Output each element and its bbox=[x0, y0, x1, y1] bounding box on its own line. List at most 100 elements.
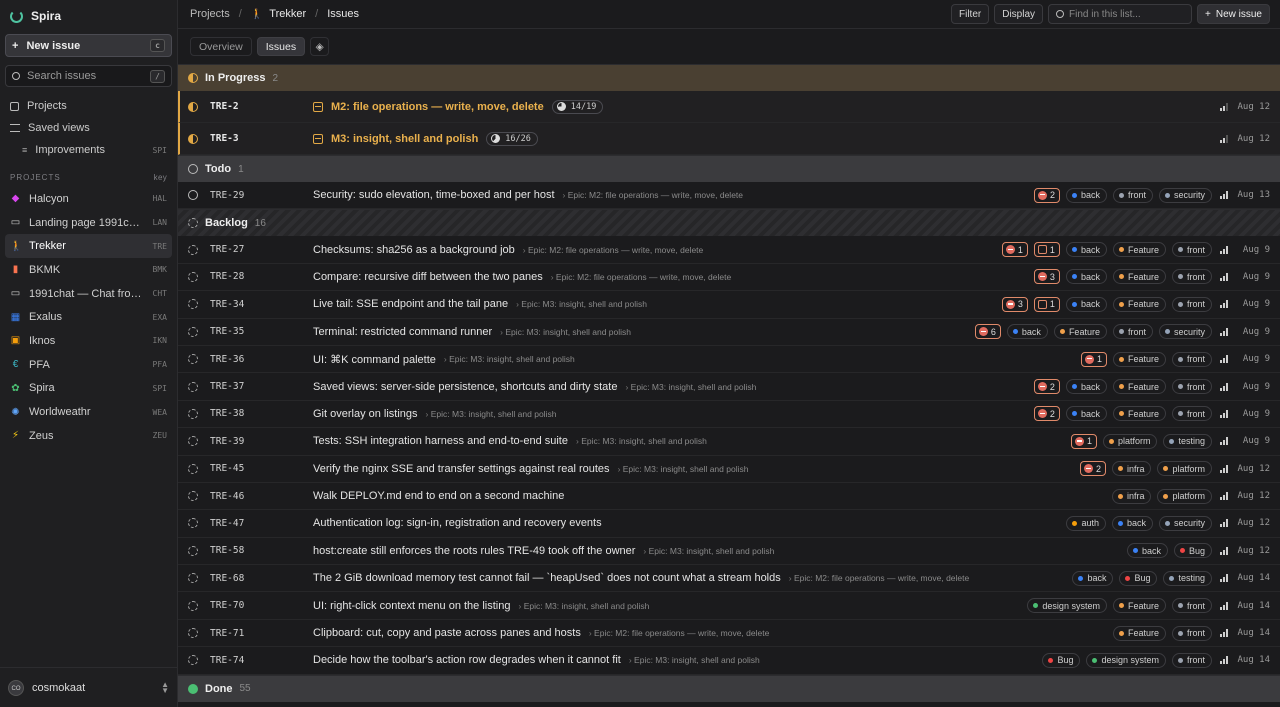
epic-link[interactable]: Epic: M3: insight, shell and polish bbox=[518, 601, 650, 611]
label-chip[interactable]: Feature bbox=[1112, 598, 1166, 614]
epic-link[interactable]: Epic: M2: file operations — write, move,… bbox=[589, 628, 769, 638]
epic-link[interactable]: Epic: M2: file operations — write, move,… bbox=[789, 573, 969, 583]
label-chip[interactable]: back bbox=[1006, 324, 1048, 340]
group-header-in-progress[interactable]: In Progress 2 bbox=[178, 64, 1280, 91]
issue-row[interactable]: TRE-46 Walk DEPLOY.md end to end on a sec… bbox=[178, 483, 1280, 511]
label-chip[interactable]: Feature bbox=[1112, 625, 1166, 641]
issue-row[interactable]: TRE-39 Tests: SSH integration harness and… bbox=[178, 428, 1280, 456]
label-chip[interactable]: front bbox=[1171, 269, 1212, 285]
sidebar-item-saved-views[interactable]: Saved views bbox=[0, 117, 177, 139]
epic-link[interactable]: Epic: M2: file operations — write, move,… bbox=[551, 272, 731, 282]
label-chip[interactable]: back bbox=[1065, 269, 1107, 285]
epic-link[interactable]: Epic: M3: insight, shell and polish bbox=[500, 327, 631, 337]
epic-link[interactable]: Epic: M3: insight, shell and polish bbox=[426, 409, 557, 419]
label-chip[interactable]: front bbox=[1112, 324, 1153, 340]
label-chip[interactable]: back bbox=[1111, 515, 1153, 531]
issue-row[interactable]: TRE-28 Compare: recursive diff between th… bbox=[178, 264, 1280, 292]
label-chip[interactable]: back bbox=[1065, 296, 1107, 312]
label-chip[interactable]: Feature bbox=[1053, 324, 1107, 340]
sidebar-item-improvements[interactable]: ≡ Improvements SPI bbox=[0, 139, 177, 161]
sidebar-item-projects[interactable]: Projects bbox=[0, 95, 177, 117]
breadcrumb-projects[interactable]: Projects bbox=[190, 8, 230, 20]
label-chip[interactable]: design system bbox=[1027, 598, 1107, 614]
sidebar-project-hal[interactable]: ◆ Halcyon HAL bbox=[5, 187, 172, 211]
label-chip[interactable]: Feature bbox=[1112, 379, 1166, 395]
label-chip[interactable]: auth bbox=[1066, 515, 1106, 531]
label-chip[interactable]: Feature bbox=[1112, 269, 1166, 285]
topbar-new-issue-button[interactable]: + New issue bbox=[1197, 4, 1270, 24]
label-chip[interactable]: security bbox=[1158, 187, 1212, 203]
sidebar-project-zeu[interactable]: ⚡ Zeus ZEU bbox=[5, 424, 172, 448]
find-in-list-input[interactable]: Find in this list... bbox=[1048, 4, 1193, 24]
label-chip[interactable]: front bbox=[1171, 406, 1212, 422]
issue-row[interactable]: TRE-29 Security: sudo elevation, time-box… bbox=[178, 182, 1280, 210]
label-chip[interactable]: platform bbox=[1102, 433, 1158, 449]
search-issues-input[interactable]: Search issues / bbox=[5, 65, 172, 87]
label-chip[interactable]: testing bbox=[1163, 570, 1212, 586]
label-chip[interactable]: front bbox=[1171, 379, 1212, 395]
label-chip[interactable]: Feature bbox=[1112, 296, 1166, 312]
label-chip[interactable]: Feature bbox=[1112, 242, 1166, 258]
sidebar-project-bmk[interactable]: ▮ BKMK BMK bbox=[5, 258, 172, 282]
label-chip[interactable]: front bbox=[1171, 351, 1212, 367]
label-chip[interactable]: front bbox=[1171, 652, 1212, 668]
group-header-backlog[interactable]: Backlog 16 bbox=[178, 209, 1280, 237]
label-chip[interactable]: design system bbox=[1086, 652, 1166, 668]
breadcrumb-project[interactable]: Trekker bbox=[269, 8, 306, 20]
issue-row[interactable]: TRE-3 M3: insight, shell and polish 16/26 A… bbox=[178, 123, 1280, 155]
epic-link[interactable]: Epic: M3: insight, shell and polish bbox=[643, 546, 775, 556]
sidebar-project-cht[interactable]: ▭ 1991chat — Chat front-... CHT bbox=[5, 282, 172, 306]
epic-link[interactable]: Epic: M3: insight, shell and polish bbox=[516, 299, 647, 309]
issue-row[interactable]: TRE-27 Checksums: sha256 as a background … bbox=[178, 236, 1280, 264]
label-chip[interactable]: platform bbox=[1157, 488, 1212, 504]
label-chip[interactable]: security bbox=[1158, 324, 1212, 340]
label-chip[interactable]: back bbox=[1065, 187, 1107, 203]
epic-link[interactable]: Epic: M3: insight, shell and polish bbox=[576, 436, 707, 446]
epic-link[interactable]: Epic: M2: file operations — write, move,… bbox=[563, 190, 743, 200]
issue-row[interactable]: TRE-74 Decide how the toolbar's action ro… bbox=[178, 647, 1280, 675]
epic-link[interactable]: Epic: M3: insight, shell and polish bbox=[625, 382, 757, 392]
label-chip[interactable]: back bbox=[1065, 242, 1107, 258]
label-chip[interactable]: back bbox=[1065, 406, 1107, 422]
issue-row[interactable]: TRE-2 M2: file operations — write, move, … bbox=[178, 91, 1280, 123]
label-chip[interactable]: platform bbox=[1157, 461, 1212, 477]
sidebar-project-pfa[interactable]: € PFA PFA bbox=[5, 353, 172, 377]
sidebar-new-issue-button[interactable]: + New issue c bbox=[5, 34, 172, 57]
issue-row[interactable]: TRE-36 UI: ⌘K command palette Epic: M3: in… bbox=[178, 346, 1280, 374]
sidebar-project-tre[interactable]: 🚶 Trekker TRE bbox=[5, 234, 172, 259]
tab-issues[interactable]: Issues bbox=[256, 37, 306, 56]
label-chip[interactable]: back bbox=[1126, 543, 1168, 559]
sidebar-project-exa[interactable]: ▦ Exalus EXA bbox=[5, 305, 172, 329]
label-chip[interactable]: front bbox=[1171, 598, 1212, 614]
label-chip[interactable]: front bbox=[1171, 296, 1212, 312]
label-chip[interactable]: Bug bbox=[1173, 543, 1212, 559]
label-chip[interactable]: front bbox=[1171, 625, 1212, 641]
group-header-todo[interactable]: Todo 1 bbox=[178, 155, 1280, 182]
issue-row[interactable]: TRE-58 host:create still enforces the roo… bbox=[178, 538, 1280, 566]
issue-row[interactable]: TRE-68 The 2 GiB download memory test can… bbox=[178, 565, 1280, 593]
issue-row[interactable]: TRE-45 Verify the nginx SSE and transfer … bbox=[178, 456, 1280, 483]
issue-row[interactable]: TRE-38 Git overlay on listings Epic: M3: i… bbox=[178, 401, 1280, 429]
label-chip[interactable]: back bbox=[1072, 570, 1114, 586]
sidebar-project-spi[interactable]: ✿ Spira SPI bbox=[5, 377, 172, 401]
label-chip[interactable]: infra bbox=[1111, 461, 1152, 477]
label-chip[interactable]: testing bbox=[1163, 433, 1212, 449]
sidebar-project-ikn[interactable]: ▣ Iknos IKN bbox=[5, 329, 172, 353]
app-brand[interactable]: Spira bbox=[0, 0, 177, 32]
epic-link[interactable]: Epic: M3: insight, shell and polish bbox=[618, 464, 749, 474]
sidebar-project-lan[interactable]: ▭ Landing page 1991com... LAN bbox=[5, 211, 172, 235]
issue-row[interactable]: TRE-71 Clipboard: cut, copy and paste acr… bbox=[178, 620, 1280, 648]
issue-row[interactable]: TRE-34 Live tail: SSE endpoint and the ta… bbox=[178, 291, 1280, 319]
filter-button[interactable]: Filter bbox=[950, 4, 990, 24]
epic-link[interactable]: Epic: M2: file operations — write, move,… bbox=[523, 245, 703, 255]
label-chip[interactable]: security bbox=[1158, 515, 1212, 531]
epic-link[interactable]: Epic: M3: insight, shell and polish bbox=[444, 354, 575, 364]
label-chip[interactable]: front bbox=[1112, 187, 1153, 203]
issue-row[interactable]: TRE-35 Terminal: restricted command runne… bbox=[178, 319, 1280, 346]
label-chip[interactable]: Feature bbox=[1112, 406, 1166, 422]
label-chip[interactable]: Feature bbox=[1112, 351, 1166, 367]
label-chip[interactable]: Bug bbox=[1042, 652, 1081, 668]
label-chip[interactable]: Bug bbox=[1119, 570, 1158, 586]
issue-row[interactable]: TRE-70 UI: right-click context menu on th… bbox=[178, 592, 1280, 620]
issue-row[interactable]: TRE-47 Authentication log: sign-in, regis… bbox=[178, 510, 1280, 538]
